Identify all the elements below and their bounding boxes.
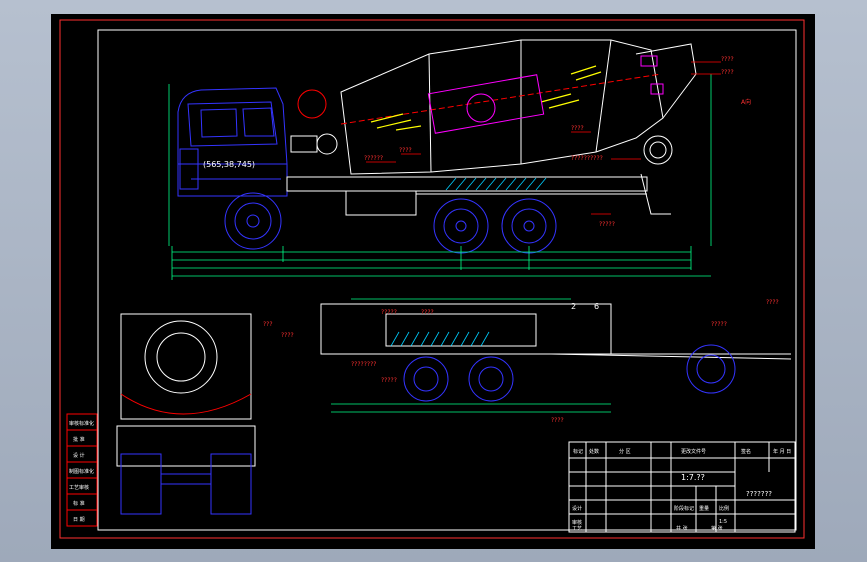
chute-marks [640,55,664,95]
rear-wheels [433,198,557,254]
rear-view-label: ??? [263,321,273,328]
side-strip-4: 制图标准化 [69,468,94,475]
side-strip-1: 审核标准化 [69,420,94,427]
subframe-section-view: ???? ???????? ????? ????? ???? ???? 2 6 … [281,298,792,424]
tb-header-1: 标记 [573,448,583,455]
sheet-inner-border [97,29,797,531]
side-strip-7: 日 期 [73,517,85,523]
subframe-dims [331,298,611,413]
tb-row-process: 工艺 [572,526,582,532]
chassis-hatch [445,177,547,191]
title-block [568,441,796,533]
tb-header-4: 更改文件号 [681,448,706,455]
cad-drawing: (565,38,745) ???? ???? ?????? ???? ???? … [59,19,805,539]
subframe-label-5: ???? [421,309,434,316]
label-mark-6: ?????????? [571,155,603,162]
chassis-frame [286,176,648,216]
water-tank [297,89,327,119]
subframe-label-2: ???????? [351,361,376,368]
cad-drawing-viewport[interactable]: (565,38,745) ???? ???? ?????? ???? ???? … [51,14,815,549]
tb-header-3: 分 区 [619,448,631,455]
drum-blades [370,65,602,131]
subframe-label-3: ????? [381,377,397,384]
subframe-label-1: ???? [281,332,294,339]
subframe-label-7: ????? [711,321,727,328]
side-strip-6: 标 准 [73,500,85,507]
side-elevation-view: (565,38,745) ???? ???? ?????? ???? ???? … [168,39,751,280]
subframe-wheels [403,344,736,402]
tb-sheet-total: 共 张 [676,525,688,532]
label-mark-3: ?????? [364,155,383,162]
truck-cab [177,87,288,197]
subframe-hatch [390,331,490,347]
tb-header-5: 签名 [741,448,751,455]
subframe-label-8: ???? [766,299,779,306]
mixer-drum [340,39,664,175]
drive-reducer [290,133,338,155]
label-mark-5: ???? [571,125,584,132]
tb-stage: 阶段标记 [674,505,694,512]
label-mark-2: ???? [721,69,734,76]
side-strip-3: 设 计 [73,452,85,459]
label-mark-7: ????? [599,221,615,228]
tb-row-design: 设计 [572,505,582,512]
subframe-label-4: ????? [381,309,397,316]
drawing-number: ??????? [746,490,772,498]
tb-sheet-no: 第 张 [711,525,723,532]
tb-row-review: 审核 [572,519,582,526]
subframe-label-6: ???? [551,417,564,424]
label-mark-1: ???? [721,56,734,63]
tb-scale-value: 1:5 [719,519,727,525]
coordinate-label: (565,38,745) [203,160,255,169]
drum-inner-band [427,74,545,134]
tb-header-2: 处数 [589,448,599,455]
side-strip-2: 批 准 [73,436,85,443]
scale-label: 1:7.?? [681,473,705,482]
view-direction-label: A向 [741,98,751,106]
rear-view-wheels [120,453,252,515]
tb-header-6: 年 月 日 [773,448,791,455]
tb-ratio: 比例 [719,505,729,512]
tb-weight: 重量 [699,505,709,512]
side-strip-5: 工艺审核 [69,484,89,491]
section-mark-2: 2 [571,302,576,311]
discharge-chute [635,43,697,215]
front-wheel [224,192,282,250]
section-mark-6: 6 [594,302,599,311]
label-mark-4: ???? [399,147,412,154]
